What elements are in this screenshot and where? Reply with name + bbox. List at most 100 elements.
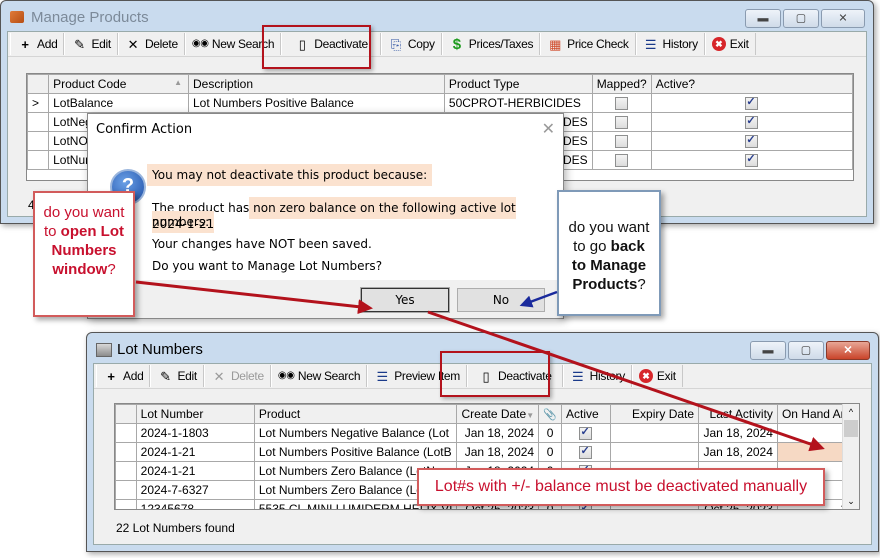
mapped-checkbox[interactable] <box>615 135 629 149</box>
mapped-checkbox[interactable] <box>615 116 629 130</box>
history-button[interactable]: ☰ History <box>562 365 632 387</box>
edit-button[interactable]: ✎ Edit <box>150 365 204 387</box>
row-marker <box>26 150 50 170</box>
window-title: Lot Numbers <box>117 341 203 358</box>
highlight-reason: You may not deactivate this product beca… <box>147 164 433 186</box>
active-cell <box>650 131 854 151</box>
plus-icon: + <box>21 36 29 52</box>
active-checkbox[interactable] <box>745 114 759 130</box>
close-button[interactable]: ✕ <box>826 341 870 360</box>
prices-taxes-label: Prices/Taxes <box>468 37 534 51</box>
products-toolbar: + Add ✎ Edit ✕ Delete ◉◉ New Search ▯ Deactiv… <box>8 32 866 57</box>
product-description: Lot Numbers Positive Balance <box>188 93 445 113</box>
price-check-button[interactable]: ▦ Price Check <box>540 33 636 55</box>
row-marker <box>26 112 50 132</box>
delete-label: Delete <box>230 369 264 383</box>
no-button[interactable]: No <box>457 288 545 312</box>
new-search-button[interactable]: ◉◉ New Search <box>270 365 368 387</box>
maximize-button[interactable]: ▢ <box>783 9 819 28</box>
last-activity: Jan 18, 2024 <box>698 442 778 462</box>
close-icon: ✕ <box>843 344 853 356</box>
row-header-cell <box>115 461 137 481</box>
col-mapped[interactable]: Mapped? <box>591 74 652 94</box>
add-label: Add <box>37 37 58 51</box>
dialog-line-4: Your changes have NOT been saved. <box>152 237 372 251</box>
active-checkbox[interactable] <box>745 152 759 168</box>
col-attachments[interactable]: 📎 <box>538 404 563 424</box>
exit-button[interactable]: ✖ Exit <box>631 365 683 387</box>
dialog-line-5: Do you want to Manage Lot Numbers? <box>152 259 383 273</box>
scroll-down-icon[interactable]: ⌄ <box>843 493 859 509</box>
row-header-col <box>26 74 50 94</box>
mapped-checkbox[interactable] <box>615 154 629 168</box>
title-bar[interactable]: Manage Products ▬ ▢ ✕ <box>1 1 873 31</box>
maximize-icon: ▢ <box>795 12 807 24</box>
yes-button[interactable]: Yes <box>360 287 450 313</box>
callout-line: to open Lot <box>35 222 133 241</box>
dialog-close-icon[interactable]: ✕ <box>542 119 555 139</box>
copy-label: Copy <box>407 37 435 51</box>
col-create-date[interactable]: Create Date▼ <box>456 404 540 424</box>
paperclip-icon: 📎 <box>543 409 557 421</box>
col-product[interactable]: Product <box>253 404 458 424</box>
add-button[interactable]: + Add <box>10 33 65 55</box>
table-row[interactable]: 2024-1-21 Lot Numbers Positive Balance (… <box>115 442 859 462</box>
minimize-button[interactable]: ▬ <box>750 341 786 360</box>
callout-line: to Manage <box>559 256 659 275</box>
col-expiry-date[interactable]: Expiry Date <box>609 404 700 424</box>
lot-number: 12345678 <box>135 499 255 509</box>
add-button[interactable]: + Add <box>96 365 151 387</box>
col-product-code[interactable]: Product Code ▲ <box>48 74 189 94</box>
sort-asc-icon: ▲ <box>174 78 182 87</box>
active-checkbox[interactable] <box>579 425 593 441</box>
delete-button[interactable]: ✕ Delete <box>203 365 271 387</box>
lot-number: 2024-1-21 <box>135 442 255 462</box>
active-cell <box>561 442 611 462</box>
lot-product: Lot Numbers Negative Balance (Lot <box>253 423 458 443</box>
mapped-checkbox[interactable] <box>615 97 629 111</box>
table-row[interactable]: 2024-1-1803 Lot Numbers Negative Balance… <box>115 423 859 443</box>
scroll-up-icon[interactable]: ^ <box>843 404 859 420</box>
scroll-thumb[interactable] <box>844 420 858 437</box>
active-checkbox[interactable] <box>745 133 759 149</box>
expiry-date <box>609 423 700 443</box>
minimize-icon: ▬ <box>762 344 774 356</box>
callout-line: to go back <box>559 237 659 256</box>
minimize-button[interactable]: ▬ <box>745 9 781 28</box>
close-button[interactable]: ✕ <box>821 9 865 28</box>
copy-button[interactable]: ⎘ Copy <box>380 33 442 55</box>
deactivate-highlight-box <box>262 25 371 69</box>
lots-vertical-scrollbar[interactable]: ^ ⌄ <box>842 404 859 509</box>
lot-numbers-window-icon <box>96 343 112 357</box>
exit-button[interactable]: ✖ Exit <box>704 33 756 55</box>
col-product-type[interactable]: Product Type <box>443 74 593 94</box>
history-button[interactable]: ☰ History <box>635 33 705 55</box>
maximize-button[interactable]: ▢ <box>788 341 824 360</box>
maximize-icon: ▢ <box>800 344 812 356</box>
table-row[interactable]: > LotBalance Lot Numbers Positive Balanc… <box>26 93 854 113</box>
lots-status: 22 Lot Numbers found <box>116 521 235 535</box>
row-header-cell <box>115 442 137 462</box>
active-checkbox[interactable] <box>745 95 759 111</box>
row-marker <box>26 131 50 151</box>
active-checkbox[interactable] <box>579 444 593 460</box>
callout-text: ? <box>107 261 116 278</box>
callout-bold: Products <box>572 276 638 293</box>
edit-label: Edit <box>91 37 111 51</box>
callout-line: Products? <box>559 275 659 294</box>
expiry-date <box>609 442 700 462</box>
col-active[interactable]: Active? <box>650 74 854 94</box>
edit-button[interactable]: ✎ Edit <box>64 33 118 55</box>
delete-button[interactable]: ✕ Delete <box>117 33 185 55</box>
col-active[interactable]: Active <box>561 404 611 424</box>
col-lot-number[interactable]: Lot Number <box>135 404 255 424</box>
mapped-cell <box>591 93 652 113</box>
add-label: Add <box>123 369 144 383</box>
last-activity: Jan 18, 2024 <box>698 423 778 443</box>
callout-text: Lot#s with +/- balance must be deactivat… <box>434 478 808 495</box>
col-last-activity[interactable]: Last Activity <box>698 404 778 424</box>
prices-taxes-button[interactable]: $ Prices/Taxes <box>441 33 541 55</box>
exit-label: Exit <box>656 369 676 383</box>
col-description[interactable]: Description <box>188 74 445 94</box>
sort-desc-icon: ▼ <box>526 411 535 420</box>
